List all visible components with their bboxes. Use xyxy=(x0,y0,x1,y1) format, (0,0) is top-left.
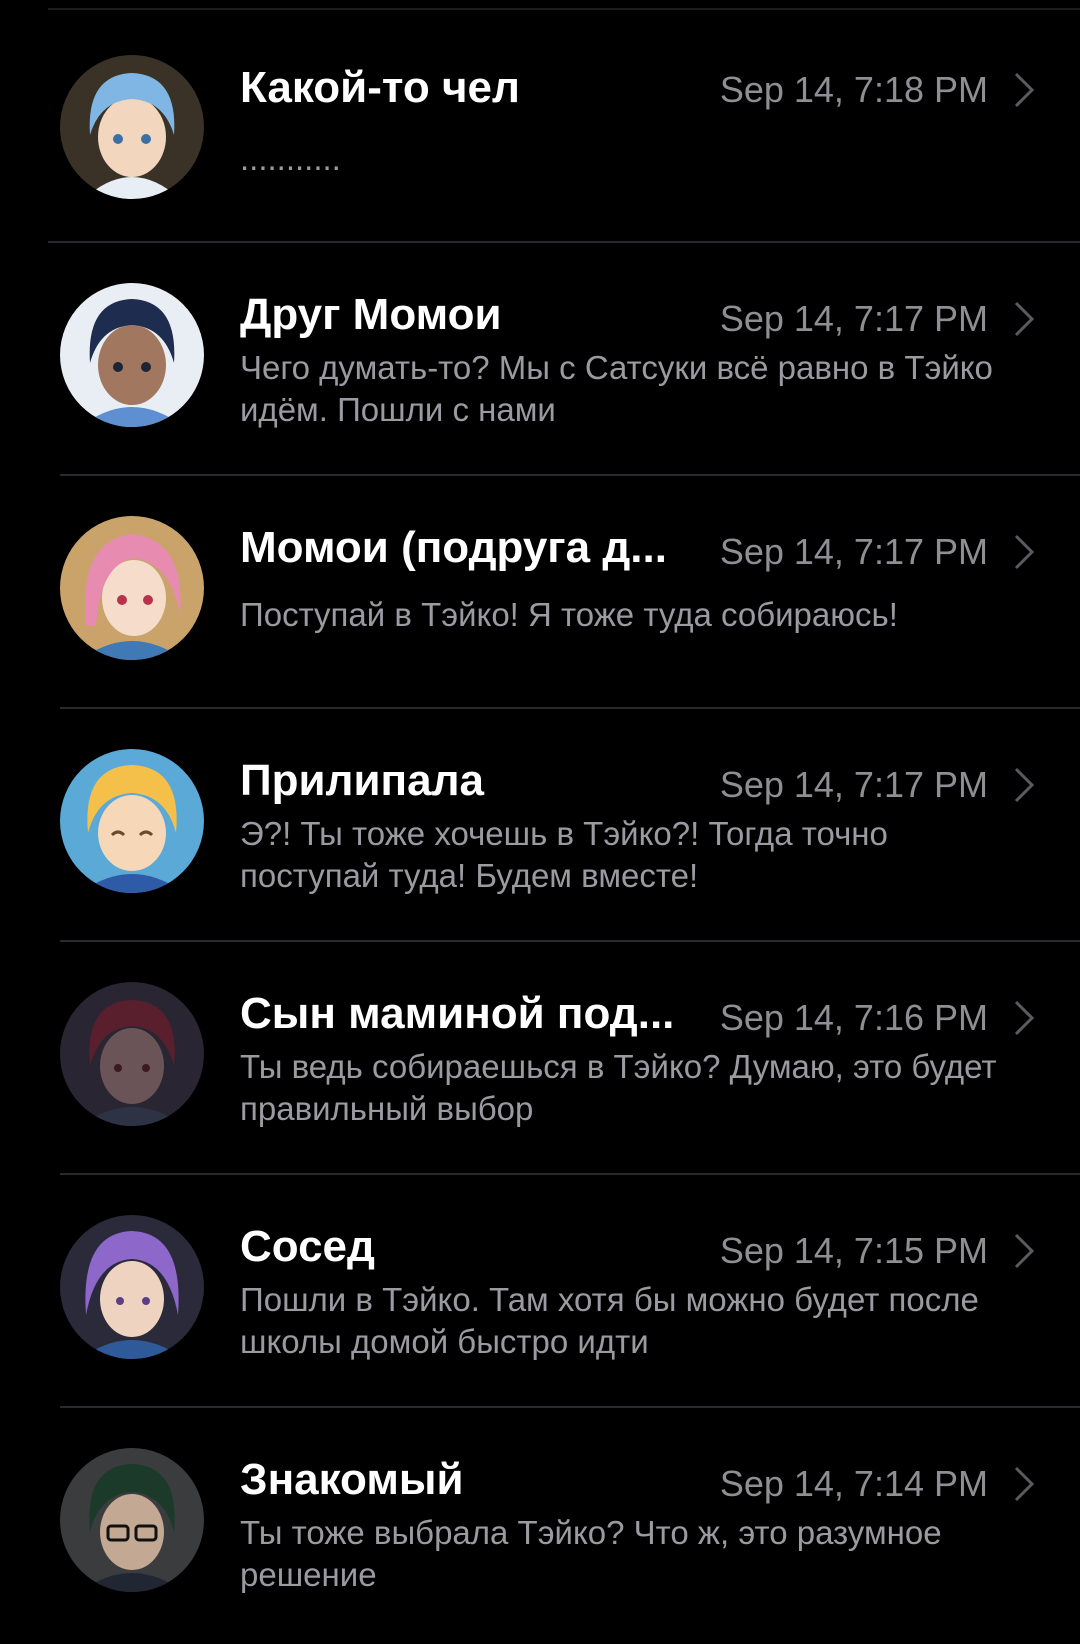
conversation-row[interactable]: Сосед Sep 14, 7:15 PM Пошли в Тэйко. Там… xyxy=(0,1175,1080,1408)
chevron-right-icon xyxy=(1012,765,1036,805)
chevron-right-icon xyxy=(1012,299,1036,339)
conversation-row[interactable]: Знакомый Sep 14, 7:14 PM Ты тоже выбрала… xyxy=(0,1408,1080,1641)
message-preview: Поступай в Тэйко! Я тоже туда собираюсь! xyxy=(240,596,898,633)
message-time: Sep 14, 7:14 PM xyxy=(719,1463,988,1504)
chevron-right-icon xyxy=(1012,1464,1036,1504)
conversation-row[interactable]: Друг Момои Sep 14, 7:17 PM Чего думать-т… xyxy=(0,243,1080,476)
message-preview: Чего думать-то? Мы с Сатсуки всё равно в… xyxy=(240,349,993,428)
contact-name: Момои (подруга д... xyxy=(240,523,667,572)
message-time: Sep 14, 7:17 PM xyxy=(719,764,988,805)
chevron-right-icon xyxy=(1012,532,1036,572)
conversation-row[interactable]: Момои (подруга д... Sep 14, 7:17 PM Пост… xyxy=(0,476,1080,709)
contact-name: Знакомый xyxy=(240,1455,464,1504)
conversation-row[interactable]: Какой-то чел Sep 14, 7:18 PM ........... xyxy=(0,10,1080,243)
message-preview: Э?! Ты тоже хочешь в Тэйко?! Тогда точно… xyxy=(240,815,888,894)
chevron-right-icon xyxy=(1012,1231,1036,1271)
avatar-green-hair xyxy=(60,1448,204,1592)
contact-name: Какой-то чел xyxy=(240,63,520,112)
avatar-blue-hair xyxy=(60,55,204,199)
message-time: Sep 14, 7:17 PM xyxy=(719,298,988,339)
conversation-row[interactable]: Прилипала Sep 14, 7:17 PM Э?! Ты тоже хо… xyxy=(0,709,1080,942)
avatar-pink-hair xyxy=(60,516,204,660)
message-preview: Ты ведь собираешься в Тэйко? Думаю, это … xyxy=(240,1048,997,1127)
avatar-red-hair xyxy=(60,982,204,1126)
message-time: Sep 14, 7:17 PM xyxy=(719,531,988,572)
message-preview: ........... xyxy=(240,140,341,177)
contact-name: Друг Момои xyxy=(240,290,502,339)
message-preview: Пошли в Тэйко. Там хотя бы можно будет п… xyxy=(240,1281,979,1360)
contact-name: Прилипала xyxy=(240,756,485,805)
message-time: Sep 14, 7:16 PM xyxy=(719,997,988,1038)
avatar-purple-hair xyxy=(60,1215,204,1359)
message-preview: Ты тоже выбрала Тэйко? Что ж, это разумн… xyxy=(240,1514,942,1593)
contact-name: Сын маминой под... xyxy=(240,989,675,1038)
avatar-navy-hair xyxy=(60,283,204,427)
avatar-blond-hair xyxy=(60,749,204,893)
conversation-row[interactable]: Сын маминой под... Sep 14, 7:16 PM Ты ве… xyxy=(0,942,1080,1175)
message-time: Sep 14, 7:18 PM xyxy=(719,69,988,110)
chevron-right-icon xyxy=(1012,70,1036,110)
message-time: Sep 14, 7:15 PM xyxy=(719,1230,988,1271)
contact-name: Сосед xyxy=(240,1222,375,1271)
chevron-right-icon xyxy=(1012,998,1036,1038)
